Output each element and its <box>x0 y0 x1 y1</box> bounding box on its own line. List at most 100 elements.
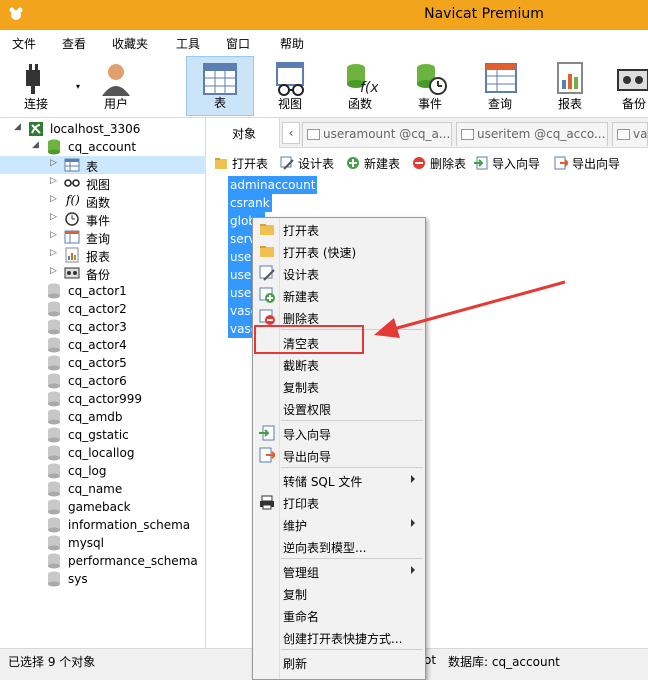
tree-queries[interactable]: ▷ 查询 <box>0 228 206 246</box>
context-menu-item[interactable]: 打开表 (快速) <box>253 240 425 262</box>
context-menu-item[interactable]: 维护 <box>253 513 425 535</box>
menu-favorites[interactable]: 收藏夹 <box>112 35 148 52</box>
tab-objects[interactable]: 对象 <box>208 118 280 148</box>
menu-item-label: 转储 SQL 文件 <box>283 475 363 489</box>
menu-item-label: 管理组 <box>283 566 320 580</box>
expand-icon[interactable]: ▷ <box>50 212 57 222</box>
context-menu-item[interactable]: 复制 <box>253 582 425 604</box>
tree-database[interactable]: mysql <box>0 534 206 552</box>
tree-database[interactable]: cq_actor3 <box>0 318 206 336</box>
table-button[interactable]: 表 <box>186 56 254 116</box>
tree-database[interactable]: cq_actor2 <box>0 300 206 318</box>
menu-tools[interactable]: 工具 <box>176 35 200 52</box>
user-button[interactable]: 用户 <box>84 56 148 116</box>
report-label: 报表 <box>557 97 582 111</box>
context-menu-item[interactable]: 管理组 <box>253 560 425 582</box>
context-menu-item[interactable]: 刷新 <box>253 651 425 673</box>
tree-views[interactable]: ▷ 视图 <box>0 174 206 192</box>
menu-separator <box>281 558 423 559</box>
context-menu-item[interactable]: 打开表 <box>253 218 425 240</box>
table-icon <box>461 129 474 140</box>
tab-useramount[interactable]: useramount @cq_a... <box>302 122 452 146</box>
report-button[interactable]: 报表 <box>538 56 602 116</box>
database-icon <box>48 283 60 299</box>
menu-view[interactable]: 查看 <box>62 35 86 52</box>
connection-dropdown-icon[interactable]: ▾ <box>76 82 80 91</box>
expand-icon[interactable]: ▷ <box>50 158 57 168</box>
tree-functions[interactable]: ▷ f() 函数 <box>0 192 206 210</box>
tree-backups[interactable]: ▷ 备份 <box>0 264 206 282</box>
expand-icon[interactable]: ▷ <box>50 248 57 258</box>
menu-item-label: 逆向表到模型... <box>283 541 367 555</box>
design-table-icon <box>259 265 275 281</box>
tree-connection[interactable]: ◢ localhost_3306 <box>0 120 206 138</box>
tree-database[interactable]: cq_actor1 <box>0 282 206 300</box>
menu-item-label: 复制表 <box>283 381 320 395</box>
tree-database[interactable]: cq_log <box>0 462 206 480</box>
report-icon <box>65 247 79 263</box>
tree-database[interactable]: cq_locallog <box>0 444 206 462</box>
tree-label: 函数 <box>86 196 111 210</box>
tree-database[interactable]: cq_amdb <box>0 408 206 426</box>
expand-icon[interactable]: ▷ <box>50 266 57 276</box>
tree-database[interactable]: information_schema <box>0 516 206 534</box>
context-menu-item[interactable]: 重命名 <box>253 604 425 626</box>
backup-button[interactable]: 备份 <box>608 56 648 116</box>
tree-database-cq-account[interactable]: ◢ cq_account <box>0 138 206 156</box>
tab-useritem[interactable]: useritem @cq_acco... <box>456 122 608 146</box>
database-name: cq_actor3 <box>68 320 127 334</box>
tree-events[interactable]: ▷ 事件 <box>0 210 206 228</box>
connection-button[interactable]: ▾ 连接 <box>4 56 84 116</box>
tree-database[interactable]: gameback <box>0 498 206 516</box>
tree-database[interactable]: cq_actor6 <box>0 372 206 390</box>
database-name: performance_schema <box>68 554 198 568</box>
tree-database[interactable]: cq_actor5 <box>0 354 206 372</box>
tree-database[interactable]: performance_schema <box>0 552 206 570</box>
button-label: 导出向导 <box>572 157 621 171</box>
context-menu-item[interactable]: 创建打开表快捷方式... <box>253 626 425 648</box>
context-menu-item[interactable]: 逆向表到模型... <box>253 535 425 557</box>
collapse-icon[interactable]: ◢ <box>32 140 39 150</box>
button-label: 打开表 <box>232 157 269 171</box>
tree-reports[interactable]: ▷ 报表 <box>0 246 206 264</box>
menu-item-label: 维护 <box>283 519 308 533</box>
tree-database[interactable]: sys <box>0 570 206 588</box>
table-grid-icon <box>212 268 226 281</box>
database-name: sys <box>68 572 88 586</box>
context-menu-item[interactable]: 对象信息 <box>253 673 425 679</box>
tab-scroll-left-icon[interactable]: ‹ <box>282 122 300 144</box>
menu-help[interactable]: 帮助 <box>280 35 304 52</box>
tab-label: useritem @cq_acco... <box>477 127 606 141</box>
selection-count: 已选择 9 个对象 <box>8 655 96 669</box>
expand-icon[interactable]: ▷ <box>50 230 57 240</box>
context-menu-item[interactable]: 转储 SQL 文件 <box>253 469 425 491</box>
context-menu-item[interactable]: 截断表 <box>253 353 425 375</box>
tree-database[interactable]: cq_name <box>0 480 206 498</box>
context-menu-item[interactable]: 复制表 <box>253 375 425 397</box>
tree-database[interactable]: cq_actor4 <box>0 336 206 354</box>
database-name: cq_actor4 <box>68 338 127 352</box>
query-icon <box>485 63 517 93</box>
expand-icon[interactable]: ▷ <box>50 194 57 204</box>
context-menu-item[interactable]: 导入向导 <box>253 422 425 444</box>
context-menu-item[interactable]: 打印表 <box>253 491 425 513</box>
function-button[interactable]: f(x) 函数 <box>328 56 392 116</box>
tree-tables[interactable]: ▷ 表 <box>0 156 206 174</box>
collapse-icon[interactable]: ◢ <box>14 122 21 132</box>
context-menu-item[interactable]: 导出向导 <box>253 444 425 466</box>
database-icon <box>48 373 60 389</box>
menu-window[interactable]: 窗口 <box>226 35 250 52</box>
context-menu-item[interactable]: 设置权限 <box>253 397 425 419</box>
query-button[interactable]: 查询 <box>468 56 532 116</box>
expand-icon[interactable]: ▷ <box>50 176 57 186</box>
event-button[interactable]: 事件 <box>398 56 462 116</box>
menu-file[interactable]: 文件 <box>12 35 36 52</box>
view-button[interactable]: 视图 <box>258 56 322 116</box>
table-label: 表 <box>213 96 226 110</box>
tab-va[interactable]: va <box>612 122 648 146</box>
query-label: 查询 <box>487 97 512 111</box>
tree-database[interactable]: cq_gstatic <box>0 426 206 444</box>
menu-item-label: 打开表 (快速) <box>283 246 357 260</box>
tree-database[interactable]: cq_actor999 <box>0 390 206 408</box>
menu-item-label: 新建表 <box>283 290 320 304</box>
